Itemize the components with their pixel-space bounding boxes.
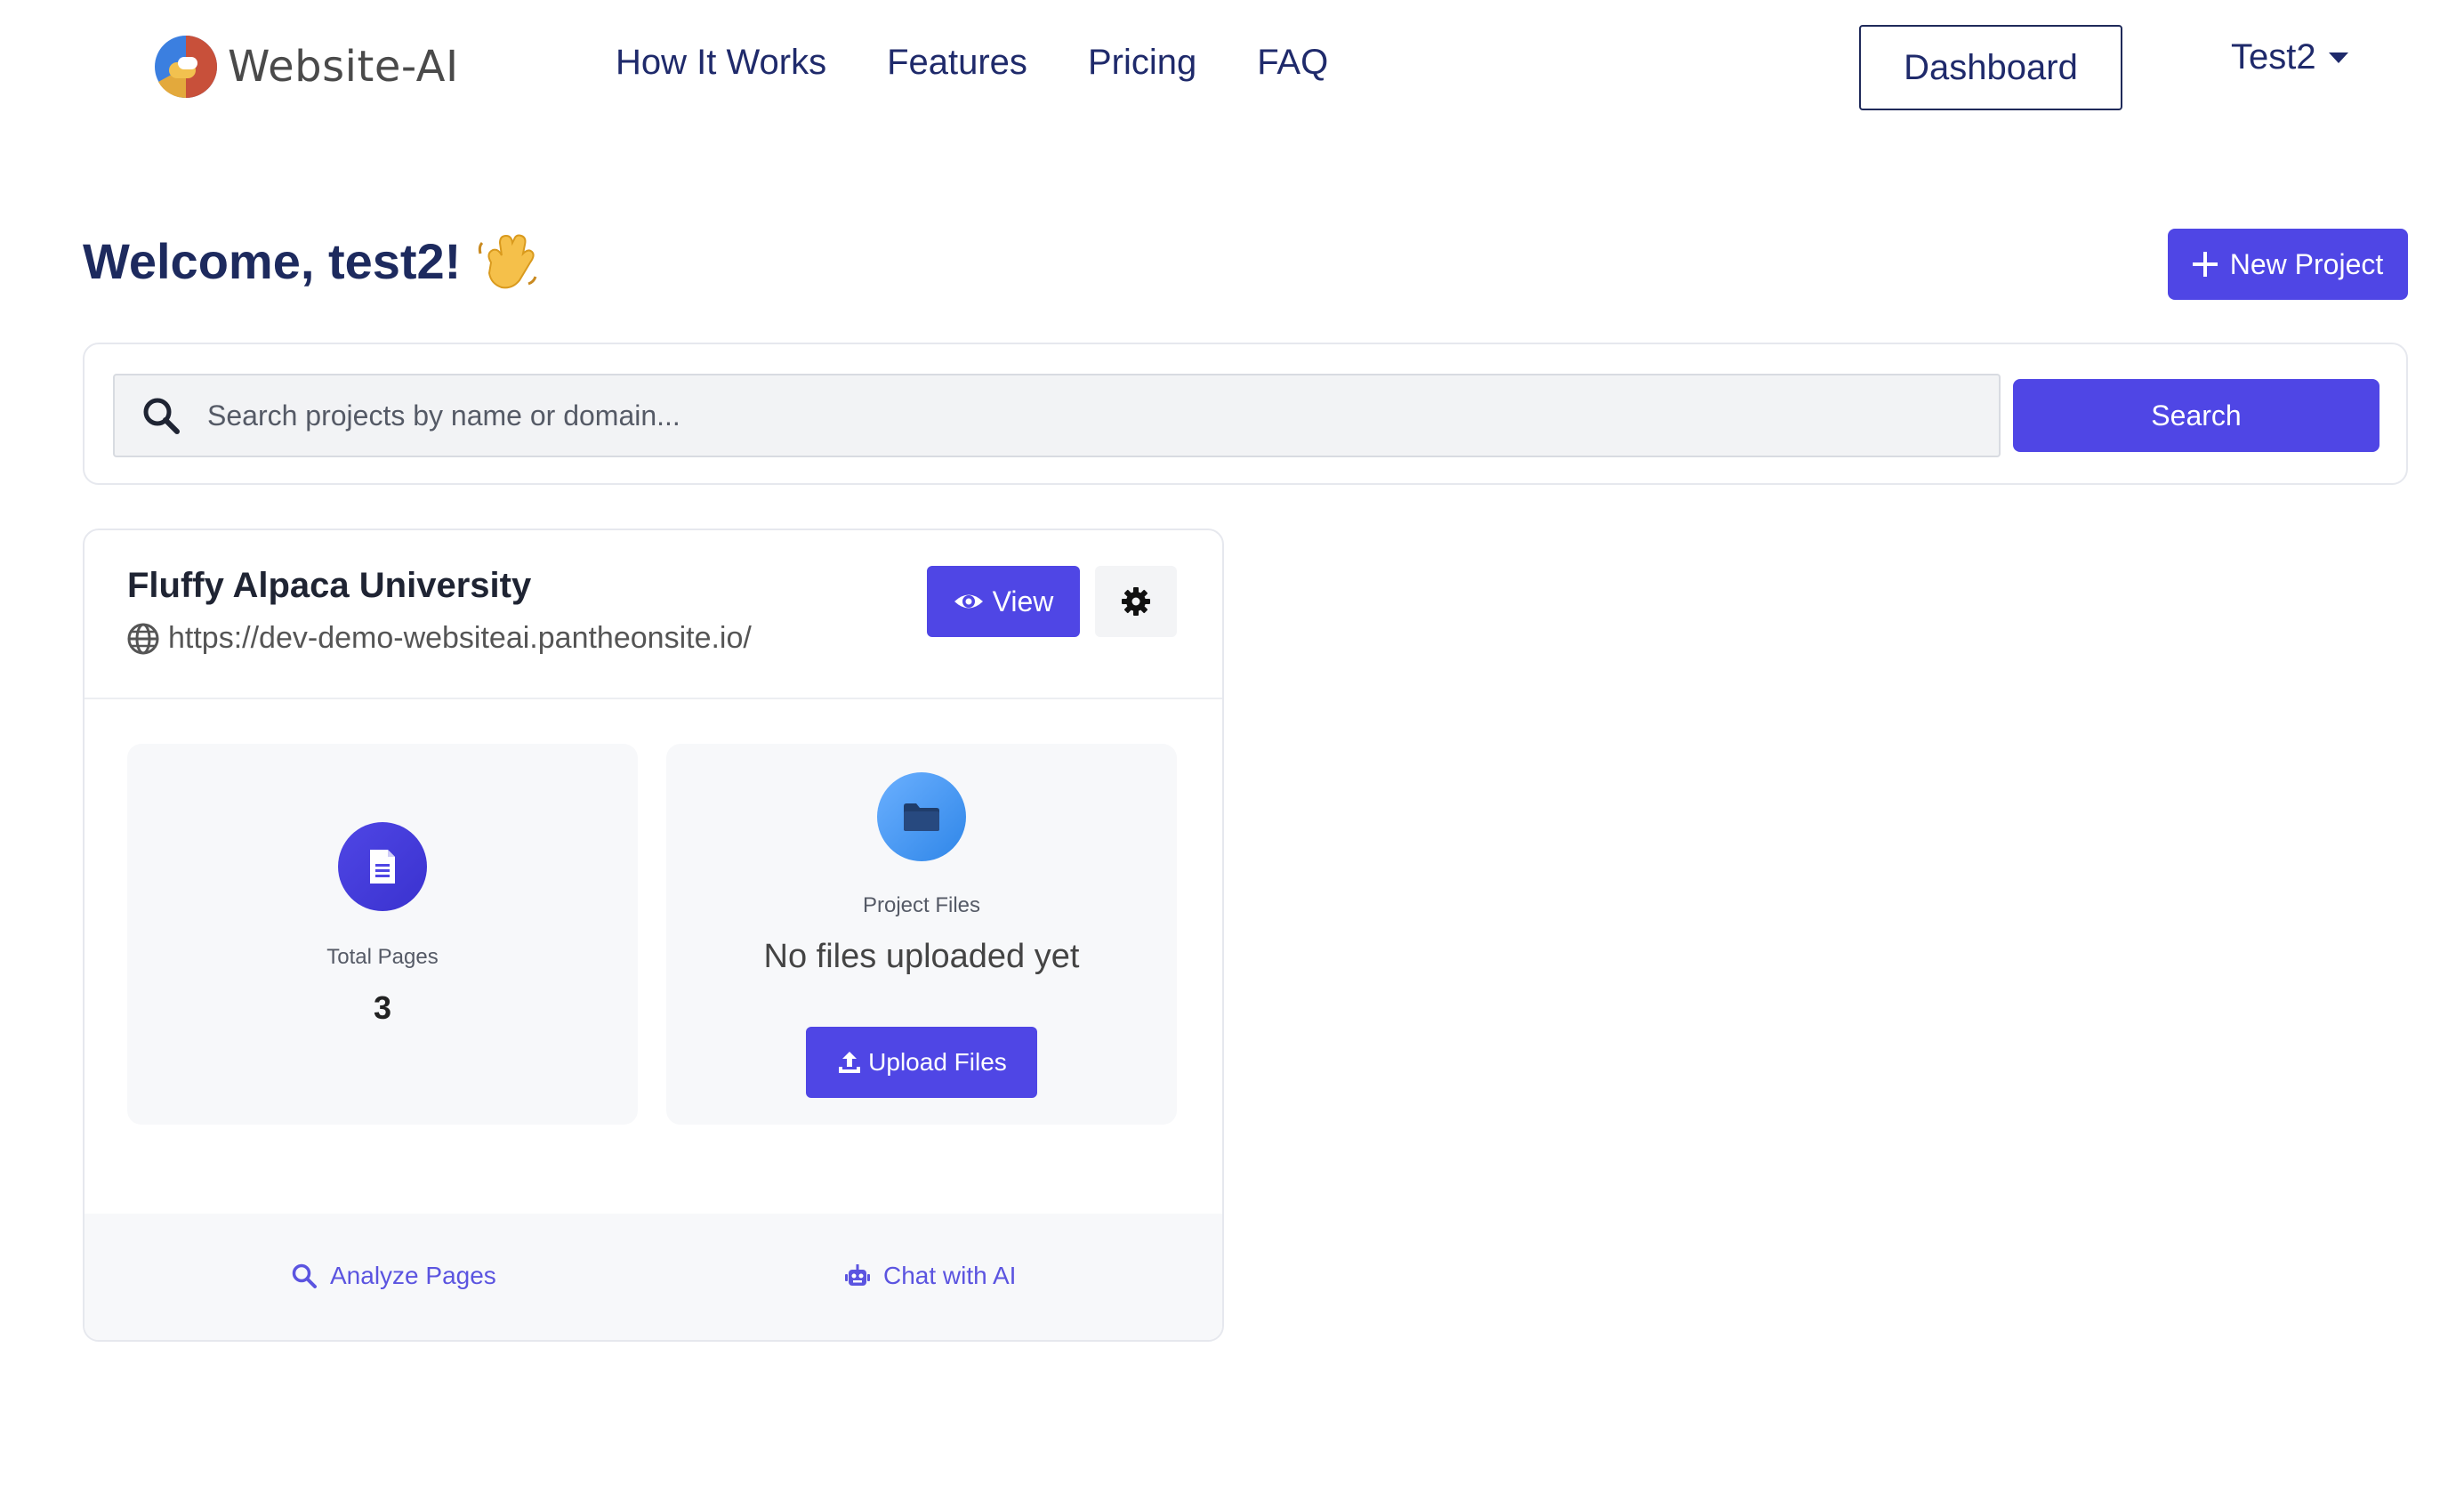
upload-icon	[839, 1052, 861, 1073]
user-name: Test2	[2231, 37, 2316, 77]
nav-link-how-it-works[interactable]: How It Works	[616, 43, 826, 83]
analyze-pages-label: Analyze Pages	[330, 1262, 496, 1289]
total-pages-label: Total Pages	[326, 945, 439, 969]
waving-hand-icon	[479, 234, 537, 289]
chat-with-ai-link[interactable]: Chat with AI	[844, 1262, 1016, 1290]
new-project-button[interactable]: New Project	[2168, 229, 2408, 300]
dashboard-page: Website-AI How It Works Features Pricing…	[0, 0, 2464, 1509]
total-pages-stat: Total Pages 3	[127, 744, 638, 1125]
search-field	[113, 374, 2001, 457]
file-icon	[370, 850, 395, 884]
total-pages-value: 3	[373, 989, 392, 1026]
view-button[interactable]: View	[927, 566, 1080, 637]
eye-icon	[954, 594, 983, 609]
page-title: Welcome, test2!	[83, 232, 462, 289]
upload-files-button[interactable]: Upload Files	[806, 1027, 1037, 1098]
dashboard-button[interactable]: Dashboard	[1859, 25, 2122, 110]
files-status-text: No files uploaded yet	[763, 938, 1080, 975]
project-name: Fluffy Alpaca University	[127, 566, 532, 605]
nav-links: How It Works Features Pricing FAQ	[616, 43, 1328, 83]
card-divider	[85, 698, 1222, 699]
folder-icon	[904, 803, 939, 831]
nav-link-faq[interactable]: FAQ	[1257, 43, 1328, 83]
new-project-label: New Project	[2229, 247, 2384, 280]
project-files-label: Project Files	[862, 893, 981, 917]
project-files-stat: Project Files No files uploaded yet Uplo…	[666, 744, 1177, 1125]
pages-badge	[338, 822, 427, 911]
card-footer: Analyze Pages Chat with AI	[85, 1214, 1222, 1340]
nav-link-features[interactable]: Features	[887, 43, 1027, 83]
project-settings-button[interactable]	[1095, 566, 1177, 637]
caret-down-icon	[2328, 52, 2348, 63]
user-menu-dropdown[interactable]: Test2	[2231, 37, 2348, 77]
search-input[interactable]	[205, 398, 1967, 433]
plus-icon	[2192, 252, 2218, 277]
upload-files-label: Upload Files	[868, 1048, 1007, 1076]
project-url: https://dev-demo-websiteai.pantheonsite.…	[127, 621, 752, 656]
view-label: View	[992, 585, 1054, 617]
brand-name: Website-AI	[228, 42, 459, 92]
welcome-heading: Welcome, test2!	[83, 227, 541, 295]
top-navbar: Website-AI How It Works Features Pricing…	[0, 0, 2464, 142]
globe-icon	[127, 623, 159, 654]
search-icon	[292, 1263, 317, 1288]
gear-icon	[1122, 587, 1150, 616]
search-icon	[143, 398, 180, 434]
brand-logo[interactable]: Website-AI	[153, 34, 459, 100]
project-card: Fluffy Alpaca University https://dev-dem…	[83, 529, 1224, 1342]
chat-with-ai-label: Chat with AI	[883, 1262, 1017, 1289]
search-card: Search	[83, 343, 2408, 485]
search-button[interactable]: Search	[2013, 379, 2379, 452]
files-badge	[877, 772, 966, 861]
analyze-pages-link[interactable]: Analyze Pages	[291, 1262, 496, 1290]
nav-link-pricing[interactable]: Pricing	[1088, 43, 1196, 83]
project-url-text[interactable]: https://dev-demo-websiteai.pantheonsite.…	[168, 621, 752, 656]
robot-icon	[845, 1264, 870, 1286]
website-ai-logo-icon	[155, 36, 217, 99]
